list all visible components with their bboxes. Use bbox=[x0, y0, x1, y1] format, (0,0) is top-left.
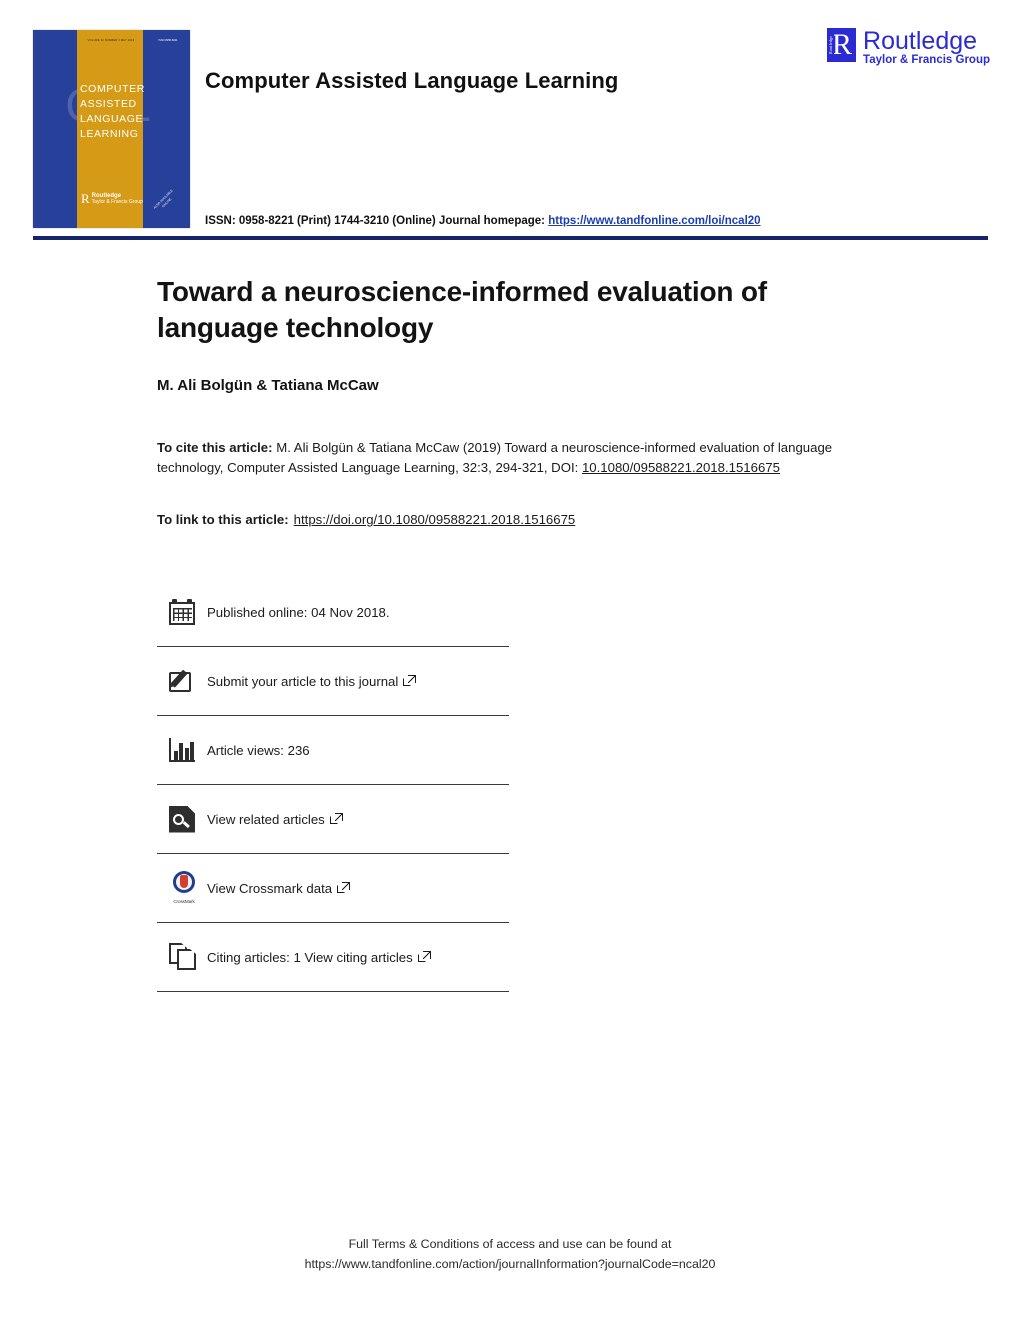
calendar-icon bbox=[157, 599, 207, 625]
article-actions-list: Published online: 04 Nov 2018. Submit yo… bbox=[157, 578, 509, 992]
action-row-article-views: Article views: 236 bbox=[157, 716, 509, 785]
cover-issn-badge: ISSN 0958-8221 bbox=[158, 39, 178, 42]
published-online-text: Published online: 04 Nov 2018. bbox=[207, 604, 390, 620]
issn-text: ISSN: 0958-8221 (Print) 1744-3210 (Onlin… bbox=[205, 215, 546, 227]
article-doi-url[interactable]: https://doi.org/10.1080/09588221.2018.15… bbox=[294, 512, 576, 527]
crossmark-icon: CrossMark bbox=[157, 871, 207, 905]
article-authors: M. Ali Bolgün & Tatiana McCaw bbox=[157, 377, 379, 394]
submit-icon bbox=[157, 668, 207, 694]
footer: Full Terms & Conditions of access and us… bbox=[0, 1234, 1020, 1274]
submit-article-text: Submit your article to this journal bbox=[207, 673, 399, 689]
routledge-mark-letter: R bbox=[832, 28, 853, 61]
link-block: To link to this article: https://doi.org/… bbox=[157, 510, 857, 530]
citing-articles-text: Citing articles: 1 View citing articles bbox=[207, 949, 413, 965]
cover-title-block: COMPUTER ASSISTED LANGUAGE LEARNING bbox=[80, 82, 145, 142]
related-articles-icon bbox=[157, 805, 207, 833]
journal-cover-image: C L VOLUME 32 NUMBER 3 MAY 2019 ISSN 095… bbox=[33, 30, 190, 228]
routledge-vertical-text: Routledge bbox=[827, 28, 835, 62]
action-label-crossmark[interactable]: View Crossmark data bbox=[207, 880, 351, 896]
action-label-published-online: Published online: 04 Nov 2018. bbox=[207, 605, 390, 620]
issn-homepage-line: ISSN: 0958-8221 (Print) 1744-3210 (Onlin… bbox=[205, 215, 761, 227]
action-label-submit-article[interactable]: Submit your article to this journal bbox=[207, 673, 417, 689]
routledge-wordmark: Routledge Taylor & Francis Group bbox=[863, 28, 990, 67]
external-link-icon bbox=[337, 882, 351, 894]
external-link-icon bbox=[329, 813, 343, 825]
cover-title-line-2: ASSISTED bbox=[80, 98, 137, 110]
bar-chart-icon bbox=[157, 738, 207, 762]
routledge-r-mark-icon: Routledge R bbox=[827, 28, 857, 62]
action-label-citing-articles[interactable]: Citing articles: 1 View citing articles bbox=[207, 949, 431, 965]
cover-title-line-3: LANGUAGE bbox=[80, 113, 144, 125]
journal-header: C L VOLUME 32 NUMBER 3 MAY 2019 ISSN 095… bbox=[0, 0, 1020, 250]
action-row-citing-articles[interactable]: Citing articles: 1 View citing articles bbox=[157, 923, 509, 992]
cite-doi-link[interactable]: 10.1080/09588221.2018.1516675 bbox=[582, 460, 780, 475]
cover-routledge-r-icon: R bbox=[81, 191, 90, 206]
routledge-logo: Routledge R Routledge Taylor & Francis G… bbox=[827, 28, 990, 67]
action-row-published-online: Published online: 04 Nov 2018. bbox=[157, 578, 509, 647]
related-articles-text: View related articles bbox=[207, 811, 325, 827]
journal-homepage-link[interactable]: https://www.tandfonline.com/loi/ncal20 bbox=[548, 215, 760, 227]
citing-articles-icon bbox=[157, 943, 207, 971]
article-title: Toward a neuroscience-informed evaluatio… bbox=[157, 276, 767, 343]
action-label-article-views: Article views: 236 bbox=[207, 743, 310, 758]
action-row-crossmark[interactable]: CrossMark View Crossmark data bbox=[157, 854, 509, 923]
journal-title: Computer Assisted Language Learning bbox=[205, 68, 619, 93]
article-views-text: Article views: 236 bbox=[207, 742, 310, 758]
action-row-submit-article[interactable]: Submit your article to this journal bbox=[157, 647, 509, 716]
external-link-icon bbox=[403, 675, 417, 687]
link-label: To link to this article: bbox=[157, 512, 289, 527]
routledge-name: Routledge bbox=[863, 27, 978, 55]
cite-label: To cite this article: bbox=[157, 440, 273, 455]
routledge-tagline: Taylor & Francis Group bbox=[863, 54, 990, 66]
header-divider bbox=[33, 236, 988, 240]
cover-masthead-text: VOLUME 32 NUMBER 3 MAY 2019 bbox=[87, 39, 135, 42]
action-label-related-articles[interactable]: View related articles bbox=[207, 811, 343, 827]
footer-url-line[interactable]: https://www.tandfonline.com/action/journ… bbox=[0, 1254, 1020, 1274]
external-link-icon bbox=[417, 951, 431, 963]
citation-block: To cite this article: M. Ali Bolgün & Ta… bbox=[157, 438, 857, 477]
action-row-related-articles[interactable]: View related articles bbox=[157, 785, 509, 854]
cover-title-line-1: COMPUTER bbox=[80, 83, 145, 95]
crossmark-text: View Crossmark data bbox=[207, 880, 333, 896]
cover-title-line-4: LEARNING bbox=[80, 128, 139, 140]
crossmark-label: CrossMark bbox=[173, 899, 195, 904]
footer-terms-line: Full Terms & Conditions of access and us… bbox=[348, 1237, 672, 1251]
